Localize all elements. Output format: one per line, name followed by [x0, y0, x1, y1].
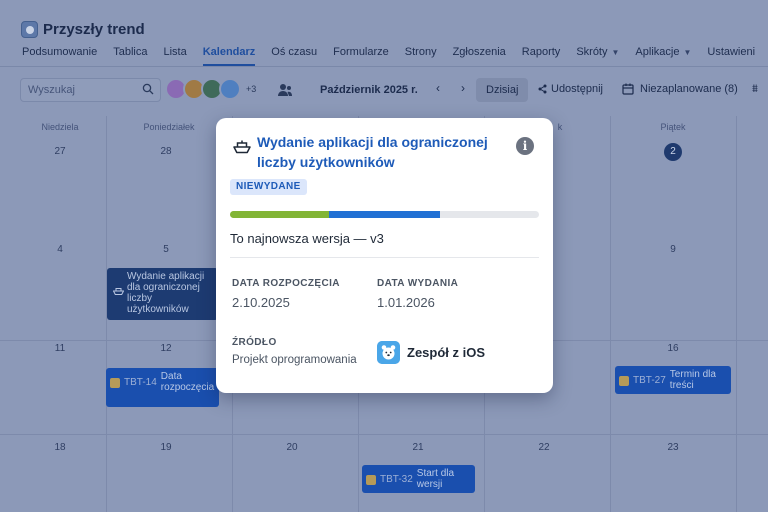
- event-key: TBT-32: [380, 474, 413, 485]
- share-button[interactable]: Udostępnij: [538, 83, 603, 95]
- app-header: Przyszły trend Podsumowanie Tablica List…: [0, 0, 768, 66]
- tab-label: Tablica: [113, 46, 148, 58]
- unscheduled-label: Niezaplanowane (8): [640, 83, 738, 95]
- tab-label: Podsumowanie: [22, 46, 98, 58]
- day-number[interactable]: 16: [610, 343, 736, 354]
- event-title: Termin dla treści: [669, 369, 716, 391]
- tab-label: Raporty: [521, 46, 561, 58]
- month-label: Październik 2025 r.: [320, 84, 418, 96]
- share-label: Udostępnij: [551, 83, 603, 95]
- day-number[interactable]: 20: [229, 442, 355, 453]
- release-description: To najnowsza wersja — v3: [230, 231, 384, 246]
- calendar-toolbar: +3 Październik 2025 r. ‹ › Dzisiaj Udost…: [0, 76, 768, 104]
- search-box: [20, 78, 161, 102]
- tab-forms[interactable]: Formularze: [325, 44, 397, 66]
- task-icon: [619, 376, 629, 386]
- chevron-right-icon[interactable]: ›: [456, 81, 470, 97]
- start-date-label: DATA ROZPOCZĘCIA: [232, 278, 340, 289]
- calendar-event-release[interactable]: Wydanie aplikacji dla ograniczonej liczb…: [107, 268, 218, 320]
- tab-label: Oś czasu: [271, 46, 318, 58]
- release-date-value: 1.01.2026: [377, 295, 435, 310]
- progress-done-segment: [230, 211, 329, 218]
- release-date-label: DATA WYDANIA: [377, 278, 459, 289]
- divider: [230, 257, 539, 258]
- nav-tabs: Podsumowanie Tablica Lista Kalendarz Oś …: [14, 44, 763, 66]
- tab-label: Lista: [163, 46, 187, 58]
- ship-icon: [113, 288, 124, 295]
- tab-label: Kalendarz: [202, 46, 256, 58]
- day-number[interactable]: 21: [355, 442, 481, 453]
- avatar-group: +3: [165, 78, 256, 100]
- calendar-event-task[interactable]: TBT-32 Start dla wersji: [362, 465, 475, 493]
- day-number[interactable]: 28: [103, 146, 229, 157]
- release-details-popup: Wydanie aplikacji dla ograniczonej liczb…: [216, 118, 553, 393]
- tab-list[interactable]: Lista: [155, 44, 194, 66]
- chevron-down-icon: ▼: [683, 48, 692, 57]
- weekday-header: Poniedziałek: [143, 122, 195, 132]
- tab-reports[interactable]: Raporty: [514, 44, 569, 66]
- tab-timeline[interactable]: Oś czasu: [263, 44, 325, 66]
- start-date-value: 2.10.2025: [232, 295, 290, 310]
- more-avatars-count[interactable]: +3: [246, 84, 256, 94]
- tab-label: Aplikacje: [635, 46, 680, 58]
- chevron-down-icon: ▼: [611, 48, 620, 57]
- event-key: TBT-27: [633, 375, 666, 386]
- avatar[interactable]: [219, 78, 241, 100]
- task-icon: [366, 475, 376, 485]
- day-number[interactable]: 12: [103, 343, 229, 354]
- popup-title[interactable]: Wydanie aplikacji dla ograniczonej liczb…: [257, 132, 517, 172]
- search-input[interactable]: [21, 79, 141, 101]
- calendar-event-task[interactable]: TBT-27 Termin dla treści: [615, 366, 731, 394]
- today-button[interactable]: Dzisiaj: [476, 78, 529, 102]
- chevron-left-icon[interactable]: ‹: [431, 81, 445, 97]
- tab-calendar[interactable]: Kalendarz: [195, 44, 264, 66]
- weekday-header: Niedziela: [41, 122, 79, 132]
- tab-label: Zgłoszenia: [452, 46, 506, 58]
- tab-issues[interactable]: Zgłoszenia: [445, 44, 514, 66]
- header-divider: [0, 66, 768, 67]
- tab-shortcuts[interactable]: Skróty ▼: [568, 44, 627, 66]
- weekday-header-partial: k: [557, 122, 563, 132]
- event-key: TBT-14: [124, 377, 157, 388]
- tab-settings[interactable]: Ustawieni: [699, 44, 763, 66]
- ship-icon: [233, 140, 251, 154]
- tab-label: Formularze: [333, 46, 389, 58]
- day-number[interactable]: 9: [610, 244, 736, 255]
- day-number[interactable]: 19: [103, 442, 229, 453]
- event-title: Data rozpoczęcia: [160, 371, 215, 393]
- search-icon[interactable]: [142, 83, 154, 95]
- team-icon: [377, 341, 400, 364]
- filter-icon[interactable]: ⩩: [752, 83, 758, 96]
- task-icon: [110, 378, 120, 388]
- weekday-header: Piątek: [660, 122, 686, 132]
- unscheduled-button[interactable]: Niezaplanowane (8): [622, 83, 738, 95]
- calendar-event-task[interactable]: TBT-14 Data rozpoczęcia: [106, 368, 219, 407]
- tab-apps[interactable]: Aplikacje ▼: [627, 44, 699, 66]
- share-icon: [538, 84, 547, 94]
- people-icon[interactable]: [277, 82, 293, 98]
- status-badge: NIEWYDANE: [230, 179, 307, 195]
- tab-board[interactable]: Tablica: [105, 44, 155, 66]
- day-number-today[interactable]: 2: [610, 143, 736, 161]
- event-title: Wydanie aplikacji dla ograniczonej liczb…: [127, 271, 205, 315]
- source-value: Projekt oprogramowania: [232, 354, 357, 366]
- info-icon[interactable]: i: [516, 137, 534, 155]
- tab-label: Strony: [404, 46, 437, 58]
- tab-pages[interactable]: Strony: [397, 44, 445, 66]
- source-label: ŹRÓDŁO: [232, 337, 277, 348]
- event-title: Start dla wersji: [416, 468, 455, 490]
- tab-label: Ustawieni: [707, 46, 756, 58]
- day-number[interactable]: 5: [103, 244, 229, 255]
- progress-in-progress-segment: [328, 211, 441, 218]
- release-progress-bar: [230, 211, 539, 218]
- project-icon: [21, 21, 38, 38]
- project-title: Przyszły trend: [43, 21, 145, 38]
- team-name[interactable]: Zespół z iOS: [407, 345, 485, 360]
- tab-label: Skróty: [576, 46, 608, 58]
- calendar-icon: [622, 83, 634, 95]
- day-number[interactable]: 22: [481, 442, 607, 453]
- day-number[interactable]: 23: [610, 442, 736, 453]
- today-marker: 2: [664, 143, 682, 161]
- tab-summary[interactable]: Podsumowanie: [14, 44, 105, 66]
